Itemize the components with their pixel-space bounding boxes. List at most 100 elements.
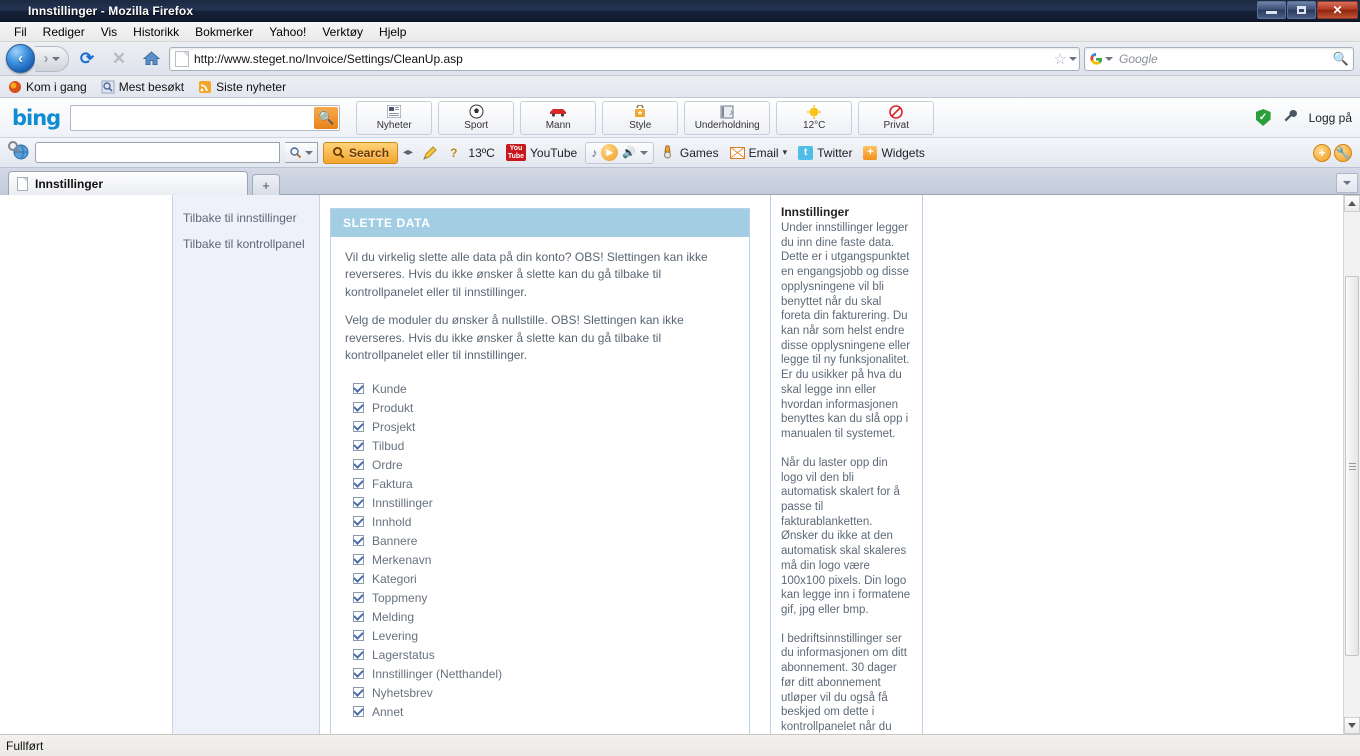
checkbox-row[interactable]: Prosjekt (353, 417, 735, 436)
checkbox-innhold[interactable] (353, 516, 364, 528)
help-icon[interactable]: ? (447, 146, 460, 160)
checkbox-prosjekt[interactable] (353, 421, 364, 433)
checkbox-row[interactable]: Bannere (353, 531, 735, 550)
menu-item-rediger[interactable]: Rediger (35, 23, 93, 41)
bing-search-input[interactable]: 🔍 (70, 104, 341, 131)
close-button[interactable]: ✕ (1317, 1, 1358, 19)
maximize-button[interactable] (1287, 1, 1316, 19)
email-button[interactable]: Email ▾ (727, 146, 791, 160)
checkbox-lagerstatus[interactable] (353, 649, 364, 661)
wrench-icon[interactable] (1283, 109, 1297, 126)
checkbox-row[interactable]: Faktura (353, 474, 735, 493)
checkbox-innstillinger-netthandel[interactable] (353, 668, 364, 680)
checkbox-melding[interactable] (353, 611, 364, 623)
chevron-down-icon[interactable] (1069, 56, 1077, 61)
checkbox-ordre[interactable] (353, 459, 364, 471)
checkbox-innstillinger[interactable] (353, 497, 364, 509)
highlighter-icon[interactable] (418, 144, 442, 162)
checkbox-merkenavn[interactable] (353, 554, 364, 566)
menu-item-fil[interactable]: Fil (6, 23, 35, 41)
bing-logo[interactable]: bing (6, 106, 70, 130)
shield-icon[interactable]: ✓ (1255, 109, 1271, 126)
checkbox-row[interactable]: Lagerstatus (353, 645, 735, 664)
checkbox-row[interactable]: Ordre (353, 455, 735, 474)
checkbox-row[interactable]: Kunde (353, 379, 735, 398)
reload-icon[interactable]: ⟳ (73, 45, 101, 73)
bookmark-siste-nyheter[interactable]: Siste nyheter (198, 80, 286, 94)
bing-tab-mann[interactable]: Mann (520, 100, 597, 135)
stop-icon[interactable]: ✕ (105, 45, 133, 73)
checkbox-kunde[interactable] (353, 383, 364, 395)
checkbox-faktura[interactable] (353, 478, 364, 490)
twitter-button[interactable]: t Twitter (795, 145, 855, 160)
checkbox-row[interactable]: Melding (353, 607, 735, 626)
chevron-down-icon[interactable] (639, 150, 648, 155)
menu-item-hjelp[interactable]: Hjelp (371, 23, 414, 41)
search-bar[interactable]: Google 🔍 (1084, 46, 1354, 71)
checkbox-toppmeny[interactable] (353, 592, 364, 604)
search-provider-dropdown[interactable] (285, 142, 318, 163)
checkbox-row[interactable]: Produkt (353, 398, 735, 417)
play-icon[interactable]: ▶ (601, 144, 619, 161)
globe-magnifier-icon[interactable] (6, 140, 30, 165)
wrench-round-icon[interactable]: 🔧 (1334, 143, 1352, 162)
checkbox-row[interactable]: Innhold (353, 512, 735, 531)
checkbox-row[interactable]: Merkenavn (353, 550, 735, 569)
checkbox-row[interactable]: Annet (353, 702, 735, 721)
checkbox-kategori[interactable] (353, 573, 364, 585)
tab-list-button[interactable] (1336, 173, 1358, 193)
checkbox-tilbud[interactable] (353, 440, 364, 452)
bing-tab-weather[interactable]: 12°C (776, 100, 853, 135)
volume-icon[interactable]: 🔊 (622, 146, 636, 159)
bookmark-mest-besokt[interactable]: Mest besøkt (101, 80, 184, 94)
music-player[interactable]: ♪ ▶ 🔊 (585, 141, 654, 164)
scroll-up-button[interactable] (1344, 195, 1360, 212)
checkbox-annet[interactable] (353, 706, 364, 718)
signin-link[interactable]: Logg på (1309, 111, 1352, 125)
menu-item-vis[interactable]: Vis (93, 23, 125, 41)
vertical-scrollbar[interactable] (1343, 195, 1360, 734)
tab-innstillinger[interactable]: Innstillinger (8, 171, 248, 195)
expand-icon[interactable]: ◂▸ (403, 147, 413, 158)
checkbox-nyhetsbrev[interactable] (353, 687, 364, 699)
home-icon[interactable] (137, 45, 165, 73)
temperature-label[interactable]: 13ºC (465, 146, 497, 160)
minimize-button[interactable] (1257, 1, 1286, 19)
scrollbar-track[interactable] (1344, 212, 1360, 717)
plus-round-icon[interactable]: + (1313, 143, 1331, 162)
search-button[interactable]: Search (323, 141, 399, 164)
magnifier-icon[interactable]: 🔍 (1333, 51, 1349, 67)
bing-tab-style[interactable]: ★ Style (602, 100, 679, 135)
menu-item-verktoy[interactable]: Verktøy (314, 23, 371, 41)
toolbar-search-input[interactable] (35, 142, 280, 163)
menu-item-bokmerker[interactable]: Bokmerker (187, 23, 261, 41)
scrollbar-thumb[interactable] (1345, 276, 1359, 656)
games-button[interactable]: Games (659, 144, 722, 162)
new-tab-button[interactable]: + (252, 174, 280, 195)
url-bar[interactable]: http://www.steget.no/Invoice/Settings/Cl… (169, 46, 1080, 71)
checkbox-row[interactable]: Levering (353, 626, 735, 645)
checkbox-row[interactable]: Innstillinger (353, 493, 735, 512)
bing-tab-privat[interactable]: Privat (858, 100, 935, 135)
forward-arrow-icon[interactable]: › (35, 45, 69, 72)
checkbox-row[interactable]: Tilbud (353, 436, 735, 455)
menu-item-historikk[interactable]: Historikk (125, 23, 187, 41)
star-icon[interactable]: ☆ (1054, 50, 1067, 68)
bing-tab-underholdning[interactable]: ♪ Underholdning (684, 100, 771, 135)
checkbox-row[interactable]: Kategori (353, 569, 735, 588)
checkbox-levering[interactable] (353, 630, 364, 642)
checkbox-row[interactable]: Innstillinger (Netthandel) (353, 664, 735, 683)
bing-tab-nyheter[interactable]: Nyheter (356, 100, 433, 135)
bookmark-kom-i-gang[interactable]: Kom i gang (8, 80, 87, 94)
magnifier-icon[interactable]: 🔍 (314, 106, 339, 129)
checkbox-row[interactable]: Toppmeny (353, 588, 735, 607)
youtube-button[interactable]: You Tube YouTube (503, 144, 580, 161)
bing-tab-sport[interactable]: Sport (438, 100, 515, 135)
back-arrow-icon[interactable]: ‹ (6, 44, 35, 73)
widgets-button[interactable]: + Widgets (860, 145, 927, 160)
search-input[interactable]: Google (1113, 52, 1333, 66)
sidebar-item-tilbake-innstillinger[interactable]: Tilbake til innstillinger (183, 211, 319, 225)
sidebar-item-tilbake-kontrollpanel[interactable]: Tilbake til kontrollpanel (183, 237, 319, 251)
menu-item-yahoo[interactable]: Yahoo! (261, 23, 314, 41)
checkbox-bannere[interactable] (353, 535, 364, 547)
